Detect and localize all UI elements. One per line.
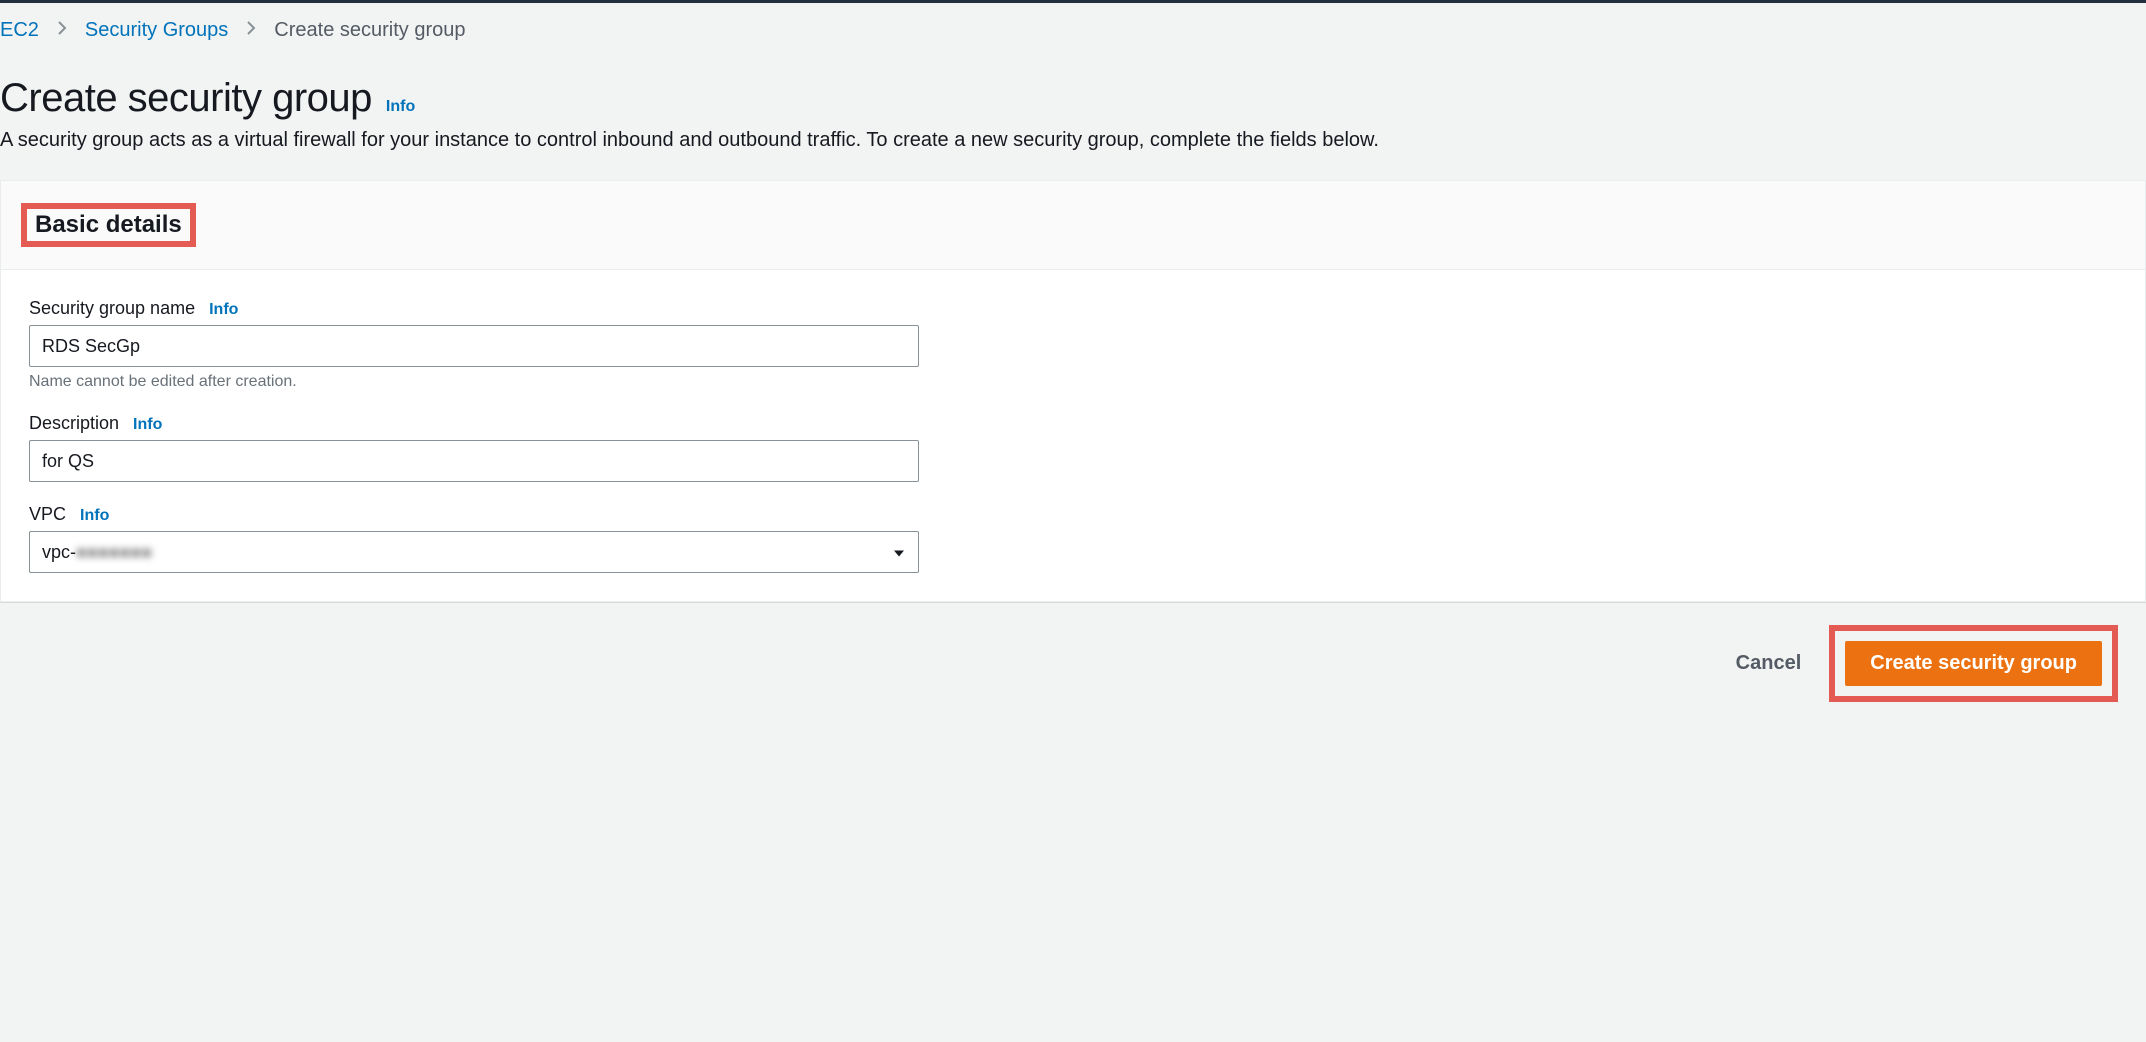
create-security-group-button[interactable]: Create security group [1845, 641, 2102, 686]
highlight-create-button: Create security group [1829, 625, 2118, 702]
info-link-vpc[interactable]: Info [80, 507, 109, 525]
input-description[interactable] [29, 440, 919, 482]
field-security-group-name: Security group name Info Name cannot be … [29, 298, 919, 391]
info-link-name[interactable]: Info [209, 301, 238, 319]
chevron-right-icon [57, 20, 67, 41]
cancel-button[interactable]: Cancel [1736, 652, 1802, 675]
breadcrumb-ec2[interactable]: EC2 [0, 19, 39, 42]
page-root: EC2 Security Groups Create security grou… [0, 0, 2146, 724]
highlight-basic-details: Basic details [21, 203, 196, 247]
input-security-group-name[interactable] [29, 325, 919, 367]
select-vpc[interactable]: vpc-●●●●●●● [29, 531, 919, 573]
chevron-right-icon [246, 20, 256, 41]
breadcrumb: EC2 Security Groups Create security grou… [0, 3, 2146, 58]
page-header: Create security group Info [0, 58, 2146, 129]
panel-header: Basic details [1, 181, 2145, 270]
footer-actions: Cancel Create security group [0, 602, 2146, 724]
field-description: Description Info [29, 413, 919, 482]
panel-body: Security group name Info Name cannot be … [1, 270, 2145, 601]
label-description: Description [29, 413, 119, 434]
label-security-group-name: Security group name [29, 298, 195, 319]
vpc-value-prefix: vpc- [42, 542, 76, 563]
info-link-description[interactable]: Info [133, 416, 162, 434]
label-vpc: VPC [29, 504, 66, 525]
field-vpc: VPC Info vpc-●●●●●●● [29, 504, 919, 573]
basic-details-panel: Basic details Security group name Info N… [0, 180, 2146, 602]
help-text-name: Name cannot be edited after creation. [29, 373, 919, 391]
page-description: A security group acts as a virtual firew… [0, 129, 2146, 180]
breadcrumb-current: Create security group [274, 19, 465, 42]
vpc-value-obscured: ●●●●●●● [76, 542, 152, 563]
panel-title: Basic details [35, 211, 182, 238]
page-title: Create security group [0, 76, 372, 121]
info-link-header[interactable]: Info [386, 98, 415, 116]
breadcrumb-security-groups[interactable]: Security Groups [85, 19, 228, 42]
